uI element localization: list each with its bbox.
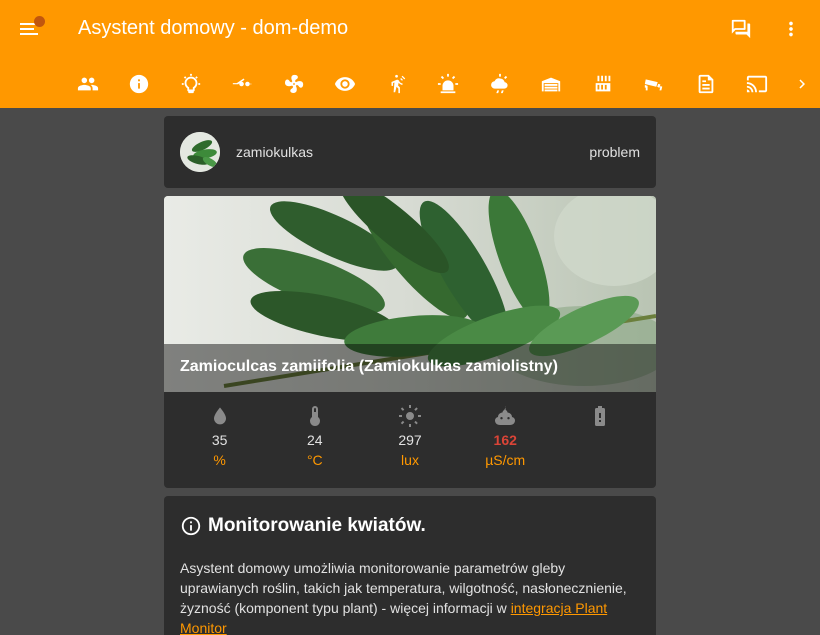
tab-people[interactable] (62, 66, 114, 102)
menu-button[interactable] (14, 14, 46, 44)
info-title: Monitorowanie kwiatów. (208, 515, 426, 536)
sun-icon (399, 405, 421, 427)
eye-icon (335, 77, 356, 91)
info-markdown-card: Monitorowanie kwiatów. Asystent domowy u… (164, 496, 656, 635)
people-icon (77, 77, 98, 91)
fertilizer-icon (495, 406, 516, 425)
plant-image[interactable]: Zamioculcas zamiifolia (Zamiokulkas zami… (164, 196, 656, 392)
battery-alert-icon (595, 406, 606, 426)
tab-alarm[interactable] (423, 66, 475, 102)
battery-sensor[interactable] (553, 392, 648, 488)
tab-fans[interactable] (268, 66, 320, 102)
notification-dot (34, 16, 45, 27)
tab-media[interactable] (732, 66, 784, 102)
lightbulb-icon (181, 73, 200, 94)
thermometer-icon (309, 406, 320, 426)
illuminance-value: 297 (398, 432, 422, 448)
switch-icon (233, 78, 252, 87)
tab-motion[interactable] (371, 66, 423, 102)
info-heading: Monitorowanie kwiatów. (180, 514, 640, 538)
garage-icon (542, 77, 561, 92)
alarm-light-icon (438, 73, 459, 94)
entity-name: zamiokulkas (236, 144, 314, 160)
conductivity-value: 162 (493, 432, 517, 448)
temperature-unit: °C (306, 452, 323, 468)
illuminance-unit: lux (401, 452, 419, 468)
plant-status-card: Zamioculcas zamiifolia (Zamiokulkas zami… (164, 196, 656, 488)
conductivity-sensor[interactable]: 162 µS/cm (458, 392, 553, 488)
chevron-right-icon (799, 79, 805, 89)
motion-sensor-icon (391, 74, 405, 94)
top-app-bar: Asystent domowy - dom-demo (0, 0, 820, 108)
conductivity-unit: µS/cm (485, 452, 526, 468)
tab-cameras[interactable] (629, 66, 681, 102)
plant-sensors: 35 % 24 °C 297 lux 162 µS/cm (164, 392, 656, 488)
conversation-button[interactable] (726, 14, 756, 44)
illuminance-sensor[interactable]: 297 lux (362, 392, 457, 488)
fan-icon (284, 74, 303, 93)
tab-switches[interactable] (217, 66, 269, 102)
entity-state: problem (589, 144, 640, 160)
radiator-icon (595, 75, 611, 92)
tab-lights[interactable] (165, 66, 217, 102)
tabs-scroll-right-button[interactable] (788, 66, 816, 102)
cast-icon (747, 75, 768, 93)
temperature-value: 24 (307, 432, 323, 448)
more-options-button[interactable] (776, 14, 806, 44)
tab-logbook[interactable] (680, 66, 732, 102)
tab-garage[interactable] (526, 66, 578, 102)
chat-icon (731, 19, 751, 39)
tab-weather[interactable] (474, 66, 526, 102)
tab-sensors[interactable] (320, 66, 372, 102)
weather-icon (490, 73, 508, 94)
info-paragraph: Asystent domowy umożliwia monitorowanie … (180, 558, 640, 635)
camera-icon (645, 79, 663, 91)
moisture-value: 35 (211, 432, 228, 448)
app-title: Asystent domowy - dom-demo (78, 17, 349, 39)
file-document-icon (698, 74, 714, 94)
info-icon (130, 74, 149, 94)
info-outline-icon (181, 516, 201, 536)
moisture-sensor[interactable]: 35 % (172, 392, 267, 488)
plant-entity-row[interactable]: zamiokulkas problem (164, 116, 656, 188)
plant-species-name: Zamioculcas zamiifolia (Zamiokulkas zami… (164, 344, 656, 392)
moisture-unit: % (213, 452, 226, 468)
water-drop-icon (213, 407, 226, 425)
tab-climate[interactable] (577, 66, 629, 102)
more-vert-icon (789, 21, 793, 37)
tab-info[interactable] (114, 66, 166, 102)
view-tabs (62, 66, 783, 102)
plant-avatar (180, 132, 220, 172)
temperature-sensor[interactable]: 24 °C (267, 392, 362, 488)
